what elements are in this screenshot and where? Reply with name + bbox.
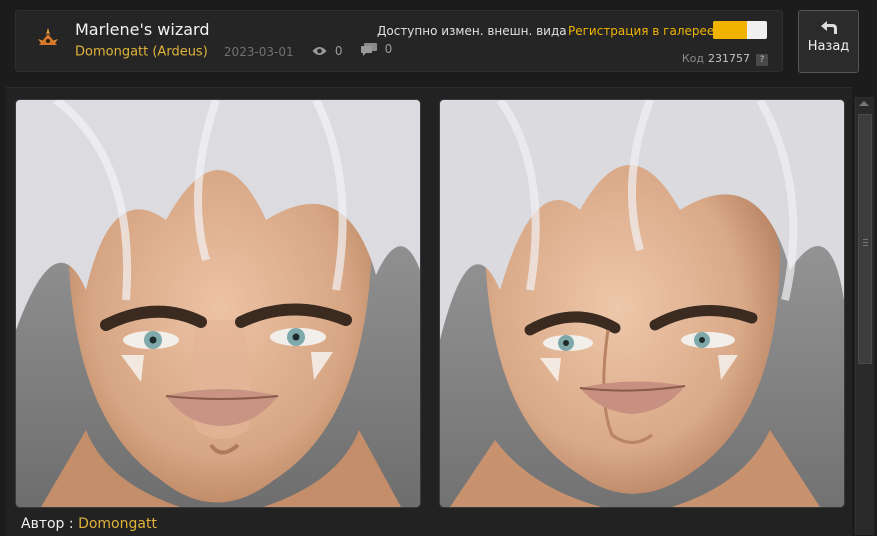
scroll-grip-line — [863, 239, 868, 240]
back-arrow-icon — [820, 21, 837, 34]
footer-author-label: Автор : — [21, 516, 74, 532]
author-line: Domongatt (Ardeus) 2023-03-01 0 0 — [75, 42, 392, 60]
vertical-scrollbar[interactable] — [855, 97, 874, 535]
scroll-thumb[interactable] — [858, 114, 872, 364]
author-link[interactable]: Domongatt (Ardeus) — [75, 45, 208, 60]
code-label: Код — [681, 52, 704, 65]
gallery-toggle-fill — [713, 21, 748, 39]
scroll-grip-line — [863, 242, 868, 243]
eye-icon — [312, 46, 327, 55]
help-icon[interactable]: ? — [756, 54, 768, 66]
speech-bubble-icon — [360, 42, 377, 56]
back-button[interactable]: Назад — [798, 10, 859, 73]
scroll-up-arrow-icon[interactable] — [859, 101, 869, 106]
customization-status: Доступно измен. внешн. вида — [377, 24, 567, 38]
gallery-register-toggle[interactable] — [713, 21, 767, 39]
preset-header: Marlene's wizard Domongatt (Ardeus) 2023… — [15, 10, 783, 72]
class-emblem-icon — [38, 28, 58, 45]
face-image-angled — [440, 100, 844, 507]
preset-title: Marlene's wizard — [75, 20, 210, 39]
upload-date: 2023-03-01 — [223, 44, 294, 59]
view-count: 0 — [312, 43, 343, 58]
comment-count-value: 0 — [384, 42, 393, 56]
face-image-front — [16, 100, 420, 507]
face-preview-angled[interactable] — [439, 99, 845, 508]
face-preview-front[interactable] — [15, 99, 421, 508]
comment-count: 0 — [360, 42, 393, 56]
gallery-register-label: Регистрация в галерее — [568, 24, 715, 38]
view-count-value: 0 — [334, 43, 343, 58]
footer-author-name[interactable]: Domongatt — [78, 516, 157, 532]
preset-code: Код 231757? — [682, 52, 768, 66]
scroll-grip-line — [863, 245, 868, 246]
back-button-label: Назад — [807, 39, 850, 54]
footer-author: Автор : Domongatt — [21, 516, 157, 532]
code-value: 231757 — [708, 52, 750, 65]
